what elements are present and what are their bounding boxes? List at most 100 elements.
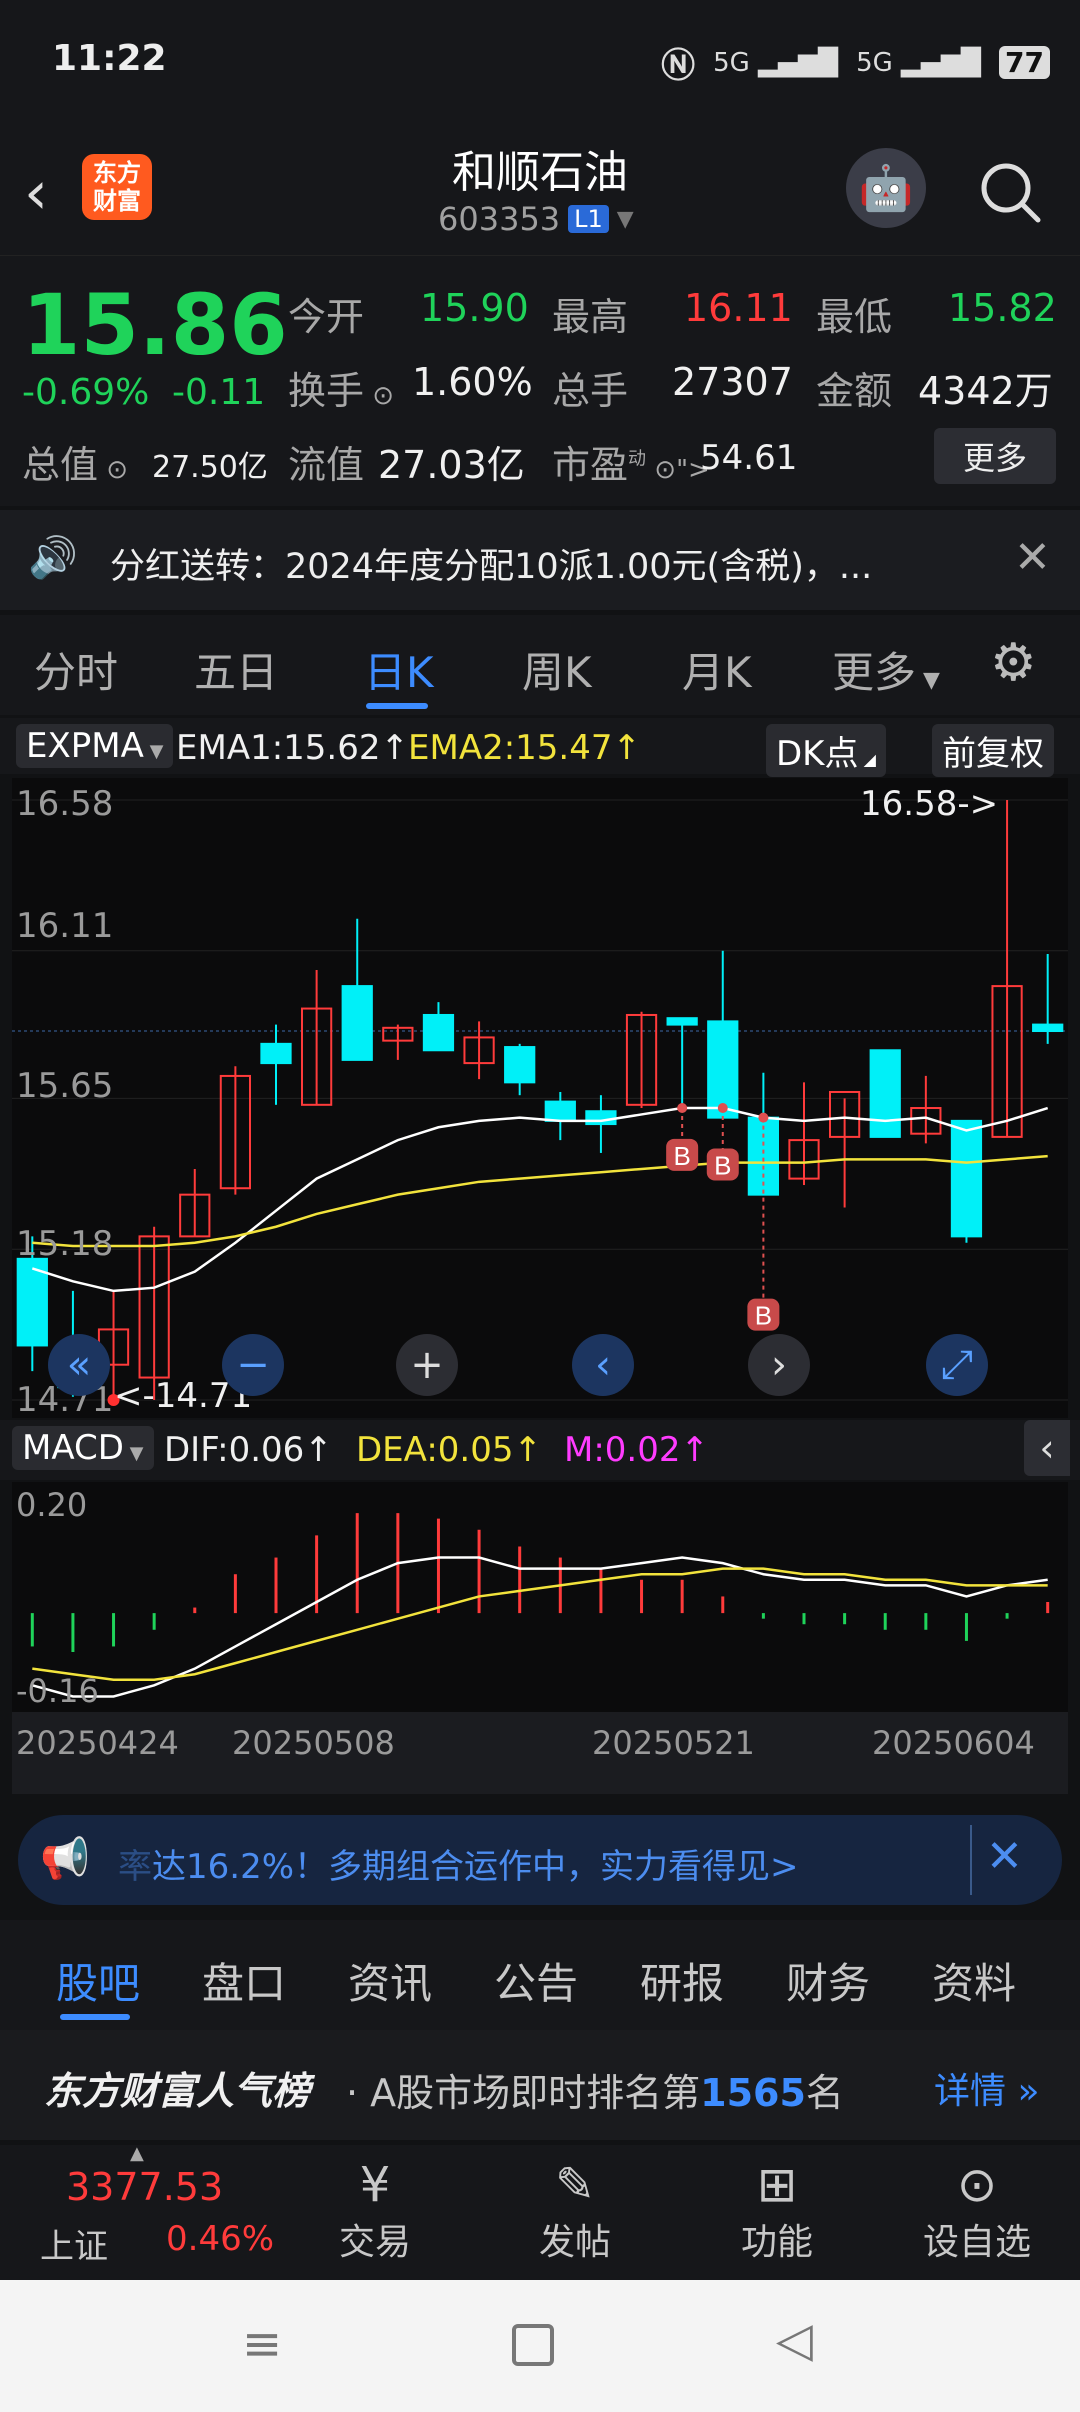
- mktcap-value: 27.50亿: [152, 450, 268, 485]
- rank-detail-link[interactable]: 详情 »: [934, 2062, 1039, 2114]
- macd-y-tick: 0.20: [16, 1486, 88, 1524]
- stock-code-row[interactable]: 603353 L1 ▼: [438, 200, 634, 238]
- buy-marker-dot: [677, 1103, 688, 1114]
- function-button[interactable]: ⊞ 功能: [712, 2157, 842, 2265]
- high-label: 最高: [552, 295, 629, 339]
- add-watchlist-button[interactable]: ⊙ 设自选: [912, 2157, 1042, 2265]
- buy-marker-label: B: [714, 1150, 731, 1180]
- popularity-rank[interactable]: 东方财富人气榜 · A股市场即时排名第1565名 详情 »: [0, 2030, 1080, 2140]
- post-button[interactable]: ✎ 发帖: [510, 2157, 640, 2265]
- level-badge: L1: [568, 205, 609, 233]
- tab-more[interactable]: 更多 ▼: [832, 639, 940, 700]
- scroll-left-icon[interactable]: ‹: [572, 1334, 634, 1396]
- pe-label: 市盈动 ⊙">: [552, 443, 710, 487]
- tab-five-day[interactable]: 五日: [194, 639, 278, 700]
- candle-body: [869, 1049, 901, 1138]
- close-ad-icon[interactable]: ✕: [986, 1831, 1023, 1882]
- expand-up-icon[interactable]: ▲: [130, 2143, 144, 2164]
- double-left-icon[interactable]: «: [48, 1334, 110, 1396]
- float-value: 27.03亿: [378, 443, 525, 487]
- kline-toolbar: EXPMA ▼ EMA1:15.62↑ EMA2:15.47↑ DK点 ◢ 前复…: [0, 718, 1080, 777]
- volume-value: 27307: [672, 360, 793, 404]
- collapse-panel-icon[interactable]: ‹: [1024, 1420, 1070, 1476]
- kline-chart[interactable]: BBB 16.58 16.11 15.65 15.18 14.71 16.58-…: [12, 778, 1068, 1420]
- status-bar: 11:22 Ⓝ 5G ▂▄▆█ 5G ▂▄▆█ 77: [0, 0, 1080, 120]
- scroll-right-icon[interactable]: ›: [748, 1334, 810, 1396]
- edit-icon: ✎: [554, 2157, 596, 2213]
- notice-text: 分红送转：2024年度分配10派1.00元(含税)，...: [110, 547, 873, 587]
- status-icons: Ⓝ 5G ▂▄▆█ 5G ▂▄▆█ 77: [661, 38, 1050, 87]
- candle-body: [341, 985, 373, 1061]
- info-icon: ⊙: [98, 455, 129, 485]
- dk-point-button[interactable]: DK点 ◢: [766, 724, 886, 777]
- more-dots-icon: ⊙: [956, 2157, 998, 2213]
- trade-button[interactable]: ¥ 交易: [310, 2157, 440, 2265]
- tab-daily-k[interactable]: 日K: [364, 639, 434, 700]
- index-name: 上证: [40, 2227, 108, 2267]
- ad-banner[interactable]: 📢 率达16.2%！多期组合运作中，实力看得见> ✕: [18, 1815, 1062, 1905]
- index-value[interactable]: 3377.53: [66, 2165, 223, 2209]
- tab-news[interactable]: 资讯: [348, 1950, 432, 2011]
- low-value: 15.82: [948, 286, 1057, 330]
- candle-body: [1032, 1023, 1064, 1033]
- settings-gear-icon[interactable]: ⚙: [990, 633, 1037, 693]
- buy-marker-label: B: [673, 1141, 690, 1171]
- tab-profile[interactable]: 资料: [932, 1950, 1016, 2011]
- candle-body: [544, 1100, 576, 1122]
- current-price: 15.86: [22, 276, 288, 374]
- open-value: 15.90: [420, 286, 529, 330]
- date-label: 20250521: [592, 1724, 755, 1762]
- indicator-select[interactable]: EXPMA ▼: [16, 724, 174, 768]
- index-change: 0.46%: [166, 2219, 275, 2259]
- tab-monthly-k[interactable]: 月K: [682, 639, 752, 700]
- ad-text: 率达16.2%！多期组合运作中，实力看得见>: [118, 1847, 799, 1887]
- candle-body: [422, 1013, 455, 1052]
- y-tick-label: 16.58: [16, 784, 114, 824]
- float-label: 流值: [288, 443, 365, 487]
- dividend-notice[interactable]: 🔊 分红送转：2024年度分配10派1.00元(含税)，... ✕: [0, 510, 1080, 610]
- tab-research[interactable]: 研报: [640, 1950, 724, 2011]
- status-time: 11:22: [52, 38, 167, 79]
- speaker-icon: 🔊: [28, 535, 78, 581]
- turnover-label: 换手 ⊙: [288, 369, 395, 413]
- date-label: 20250604: [872, 1724, 1035, 1762]
- max-price-label: 16.58->: [860, 784, 999, 824]
- battery-icon: 77: [999, 46, 1050, 79]
- more-button[interactable]: 更多: [934, 428, 1056, 484]
- pe-value: 54.61: [700, 438, 798, 478]
- y-tick-label: 15.18: [16, 1224, 114, 1264]
- nfc-icon: Ⓝ: [661, 46, 696, 86]
- signal-icon: 5G ▂▄▆█: [713, 47, 839, 78]
- tab-announcements[interactable]: 公告: [494, 1950, 578, 2011]
- buy-marker-dot: [717, 1103, 728, 1114]
- tab-weekly-k[interactable]: 周K: [522, 639, 592, 700]
- robot-assistant-icon[interactable]: 🤖: [846, 148, 926, 228]
- tab-guba[interactable]: 股吧: [56, 1950, 140, 2011]
- home-icon[interactable]: [512, 2324, 554, 2366]
- grid-icon: ⊞: [756, 2157, 798, 2213]
- macd-chart[interactable]: 0.20 -0.16: [12, 1482, 1068, 1712]
- tab-pankou[interactable]: 盘口: [202, 1950, 286, 2011]
- bottom-toolbar: ▲ 3377.53 上证 0.46% ¥ 交易 ✎ 发帖 ⊞ 功能 ⊙ 设自选: [0, 2143, 1080, 2280]
- close-icon[interactable]: ✕: [1014, 532, 1051, 583]
- back-nav-icon[interactable]: ◁: [776, 2312, 813, 2368]
- tab-minute[interactable]: 分时: [34, 639, 118, 700]
- menu-icon[interactable]: ≡: [242, 2316, 282, 2372]
- date-axis: 20250424 20250508 20250521 20250604: [12, 1712, 1068, 1794]
- zoom-out-icon[interactable]: −: [222, 1334, 284, 1396]
- active-tab-indicator: [366, 703, 428, 709]
- ema2-line: [32, 1154, 1048, 1248]
- period-tabs: 分时 五日 日K 周K 月K 更多 ▼ ⚙: [0, 615, 1080, 715]
- fullscreen-icon[interactable]: ⤢: [926, 1334, 988, 1396]
- candle-body: [950, 1119, 983, 1238]
- tab-finance[interactable]: 财务: [786, 1950, 870, 2011]
- candle-body: [260, 1042, 292, 1065]
- signal-icon-2: 5G ▂▄▆█: [856, 47, 982, 78]
- zoom-in-icon[interactable]: +: [396, 1334, 458, 1396]
- adjust-button[interactable]: 前复权: [932, 724, 1054, 777]
- search-icon[interactable]: [976, 158, 1046, 228]
- change-percent: -0.69%: [22, 372, 150, 413]
- content-tabs: 股吧 盘口 资讯 公告 研报 财务 资料: [0, 1920, 1080, 2030]
- macd-svg: [30, 1513, 1050, 1698]
- macd-indicator-select[interactable]: MACD ▼: [12, 1426, 154, 1470]
